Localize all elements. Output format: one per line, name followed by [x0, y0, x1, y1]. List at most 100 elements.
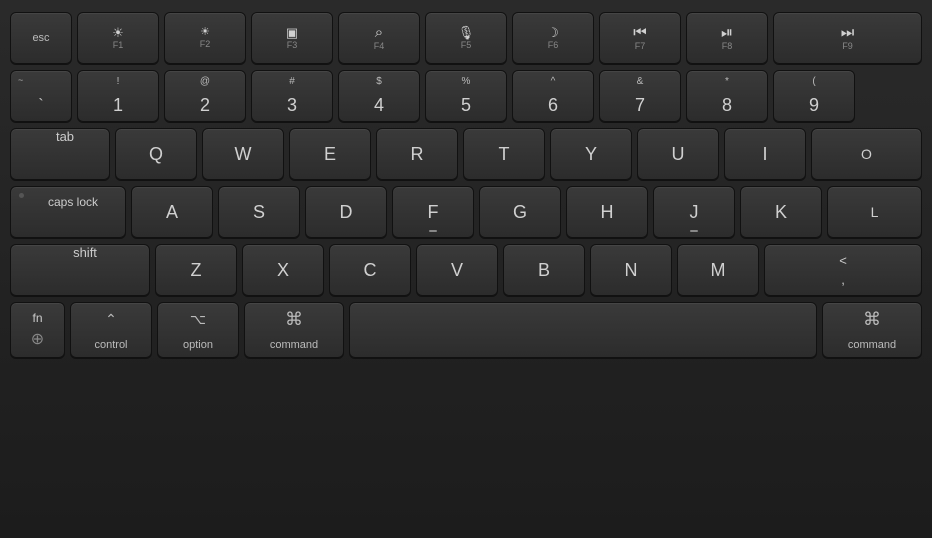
- option-label: option: [183, 339, 213, 351]
- lt-top: <: [839, 253, 847, 268]
- key-5[interactable]: % 5: [425, 70, 507, 122]
- fn-label: fn: [32, 311, 42, 325]
- key-j[interactable]: J: [653, 186, 735, 238]
- f4-icon: ⌕: [375, 25, 383, 40]
- key-d[interactable]: D: [305, 186, 387, 238]
- w-label: W: [235, 145, 252, 163]
- k-label: K: [775, 203, 787, 221]
- key-9[interactable]: ( 9: [773, 70, 855, 122]
- key-2-top: @: [200, 77, 210, 87]
- key-e[interactable]: E: [289, 128, 371, 180]
- key-backtick[interactable]: ~ `: [10, 70, 72, 122]
- e-label: E: [324, 145, 336, 163]
- f7-icon: ⏮: [633, 25, 647, 40]
- key-m[interactable]: M: [677, 244, 759, 296]
- command-left-icon: ⌘: [285, 309, 303, 330]
- key-8[interactable]: * 8: [686, 70, 768, 122]
- key-w[interactable]: W: [202, 128, 284, 180]
- f8-label: F8: [722, 41, 733, 51]
- key-g[interactable]: G: [479, 186, 561, 238]
- key-6-top: ^: [551, 77, 556, 87]
- c-label: C: [364, 261, 377, 279]
- key-f1[interactable]: ☀ F1: [77, 12, 159, 64]
- a-label: A: [166, 203, 178, 221]
- control-icon: ⌃: [105, 311, 117, 328]
- key-u[interactable]: U: [637, 128, 719, 180]
- control-label: control: [94, 339, 127, 351]
- key-r[interactable]: R: [376, 128, 458, 180]
- key-shift-left[interactable]: shift: [10, 244, 150, 296]
- command-right-icon: ⌘: [863, 309, 881, 330]
- key-6[interactable]: ^ 6: [512, 70, 594, 122]
- f2-icon: ☀: [200, 27, 210, 38]
- key-i[interactable]: I: [724, 128, 806, 180]
- key-esc[interactable]: esc: [10, 12, 72, 64]
- key-4-top: $: [376, 77, 382, 87]
- f5-label: F5: [461, 40, 472, 50]
- key-fn[interactable]: fn ⊕: [10, 302, 65, 358]
- key-n[interactable]: N: [590, 244, 672, 296]
- key-q[interactable]: Q: [115, 128, 197, 180]
- key-3-main: 3: [287, 96, 297, 114]
- key-f3[interactable]: ▣ F3: [251, 12, 333, 64]
- key-f9[interactable]: ⏭ F9: [773, 12, 922, 64]
- key-a[interactable]: A: [131, 186, 213, 238]
- key-h[interactable]: H: [566, 186, 648, 238]
- m-label: M: [711, 261, 726, 279]
- o-label: O: [861, 147, 872, 161]
- key-b[interactable]: B: [503, 244, 585, 296]
- key-s[interactable]: S: [218, 186, 300, 238]
- key-1-top: !: [117, 77, 120, 87]
- bottom-row: fn ⊕ ⌃ control ⌥ option ⌘ command ⌘ comm…: [10, 302, 922, 358]
- n-label: N: [625, 261, 638, 279]
- q-label: Q: [149, 145, 163, 163]
- key-z[interactable]: Z: [155, 244, 237, 296]
- key-space[interactable]: [349, 302, 817, 358]
- key-7-main: 7: [635, 96, 645, 114]
- key-f5[interactable]: 🎙 F5: [425, 12, 507, 64]
- caps-label: caps lock: [48, 195, 98, 209]
- zxcv-row: shift Z X C V B N M < ,: [10, 244, 922, 296]
- f3-icon: ▣: [286, 26, 298, 39]
- key-tab[interactable]: tab: [10, 128, 110, 180]
- f5-icon: 🎙: [458, 26, 475, 39]
- key-8-main: 8: [722, 96, 732, 114]
- key-4[interactable]: $ 4: [338, 70, 420, 122]
- key-f7[interactable]: ⏮ F7: [599, 12, 681, 64]
- key-x[interactable]: X: [242, 244, 324, 296]
- key-command-right[interactable]: ⌘ command: [822, 302, 922, 358]
- key-f[interactable]: F: [392, 186, 474, 238]
- f9-icon: ⏭: [841, 25, 855, 40]
- key-control[interactable]: ⌃ control: [70, 302, 152, 358]
- key-5-main: 5: [461, 96, 471, 114]
- key-v[interactable]: V: [416, 244, 498, 296]
- key-f4[interactable]: ⌕ F4: [338, 12, 420, 64]
- f9-label: F9: [842, 41, 853, 51]
- command-right-label: command: [848, 339, 896, 351]
- key-3[interactable]: # 3: [251, 70, 333, 122]
- key-4-main: 4: [374, 96, 384, 114]
- t-label: T: [499, 145, 510, 163]
- asdf-row: caps lock A S D F G H J K L: [10, 186, 922, 238]
- u-label: U: [672, 145, 685, 163]
- key-t[interactable]: T: [463, 128, 545, 180]
- key-1[interactable]: ! 1: [77, 70, 159, 122]
- key-l[interactable]: L: [827, 186, 922, 238]
- key-k[interactable]: K: [740, 186, 822, 238]
- key-option[interactable]: ⌥ option: [157, 302, 239, 358]
- key-f2[interactable]: ☀ F2: [164, 12, 246, 64]
- key-caps-lock[interactable]: caps lock: [10, 186, 126, 238]
- key-3-top: #: [289, 77, 295, 87]
- key-f6[interactable]: ☽ F6: [512, 12, 594, 64]
- key-command-left[interactable]: ⌘ command: [244, 302, 344, 358]
- f1-label: F1: [113, 40, 124, 50]
- comma-label: ,: [841, 272, 845, 287]
- f6-label: F6: [548, 40, 559, 50]
- key-7[interactable]: & 7: [599, 70, 681, 122]
- key-comma[interactable]: < ,: [764, 244, 922, 296]
- key-c[interactable]: C: [329, 244, 411, 296]
- key-y[interactable]: Y: [550, 128, 632, 180]
- key-f8[interactable]: ⏯ F8: [686, 12, 768, 64]
- key-o[interactable]: O: [811, 128, 922, 180]
- key-2[interactable]: @ 2: [164, 70, 246, 122]
